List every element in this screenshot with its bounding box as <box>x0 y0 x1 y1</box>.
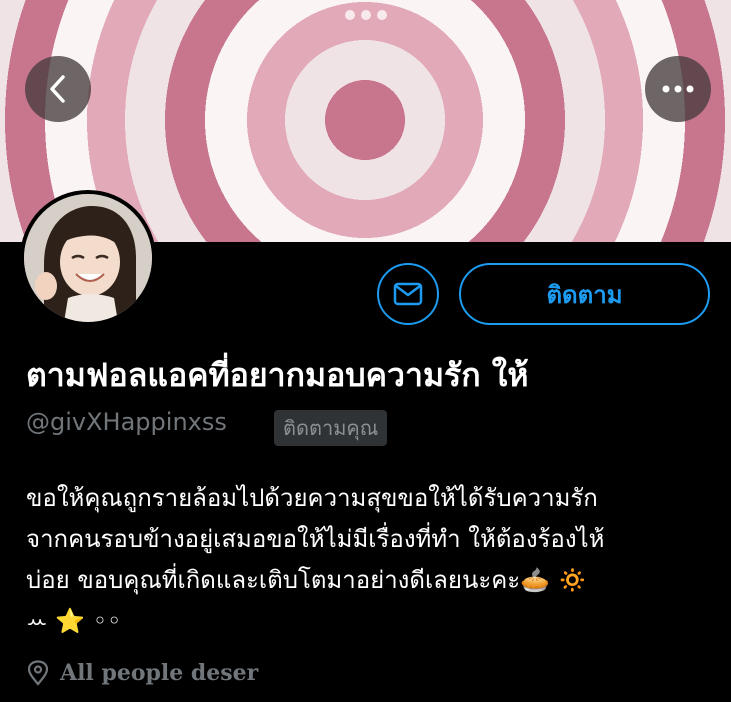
chevron-left-icon <box>50 75 65 103</box>
follows-you-badge: ติดตามคุณ <box>274 410 388 446</box>
bio-line: บ่อย ขอบคุณที่เกิดและเติบโตมาอย่างดีเลยน… <box>26 566 588 594</box>
avatar-photo <box>24 194 152 322</box>
back-button[interactable] <box>25 56 91 122</box>
mail-icon <box>393 282 423 306</box>
page-indicator <box>345 10 387 20</box>
follow-button[interactable]: ติดตาม <box>459 263 710 325</box>
message-button[interactable] <box>377 263 439 325</box>
display-name: ตามฟอลแอคที่อยากมอบความรัก ให้ <box>26 356 529 394</box>
profile-bio: ขอให้คุณถูกรายล้อมไปด้วยความสุขขอให้ได้ร… <box>26 478 716 642</box>
profile-location: All people deser <box>26 660 258 686</box>
bio-line: ꕀ ⭐️ ◦◦ <box>26 607 122 635</box>
bio-line: ขอให้คุณถูกรายล้อมไปด้วยความสุขขอให้ได้ร… <box>26 484 598 512</box>
ellipsis-icon <box>662 85 694 93</box>
location-text: All people deser <box>60 660 259 686</box>
bio-line: จากคนรอบข้างอยู่เสมอขอให้ไม่มีเรื่องที่ท… <box>26 525 605 553</box>
location-pin-icon <box>27 660 49 686</box>
username-handle: @givXHappinxss <box>26 408 227 436</box>
more-options-button[interactable] <box>645 56 711 122</box>
avatar[interactable] <box>20 190 156 326</box>
